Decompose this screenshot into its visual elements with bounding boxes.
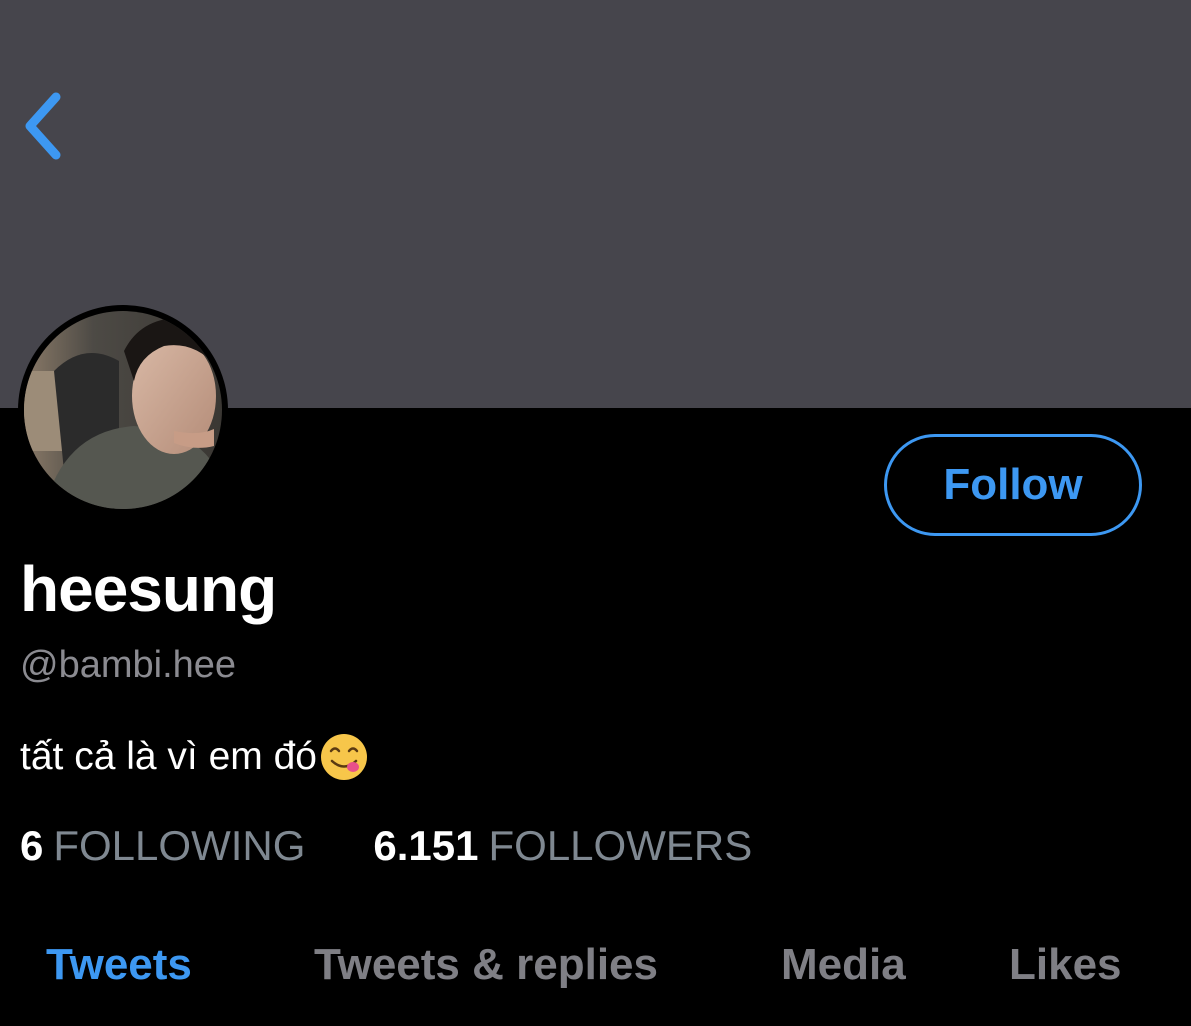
follow-button[interactable]: Follow [884,434,1142,536]
tab-tweets[interactable]: Tweets [46,940,192,990]
bio: tất cả là vì em đó [20,732,369,782]
username-handle: @bambi.hee [20,644,237,686]
display-name: heesung [20,553,277,625]
face-savoring-food-emoji-icon [320,734,367,780]
avatar-photo [24,311,222,509]
following-stat[interactable]: 6 FOLLOWING [20,822,305,870]
tab-likes[interactable]: Likes [1009,940,1122,990]
avatar[interactable] [18,305,228,515]
bio-text: tất cả là vì em đó [20,735,317,778]
tab-media[interactable]: Media [781,940,906,990]
following-count: 6 [20,822,44,869]
followers-stat[interactable]: 6.151 FOLLOWERS [373,822,752,870]
followers-count: 6.151 [373,822,479,869]
following-label: FOLLOWING [53,822,306,869]
profile-tabs: Tweets Tweets & replies Media Likes [0,930,1191,1010]
back-button[interactable] [14,88,74,164]
follow-stats: 6 FOLLOWING 6.151 FOLLOWERS [20,822,752,870]
tab-tweets-and-replies[interactable]: Tweets & replies [314,940,658,990]
chevron-left-icon [25,92,61,160]
followers-label: FOLLOWERS [488,822,753,869]
